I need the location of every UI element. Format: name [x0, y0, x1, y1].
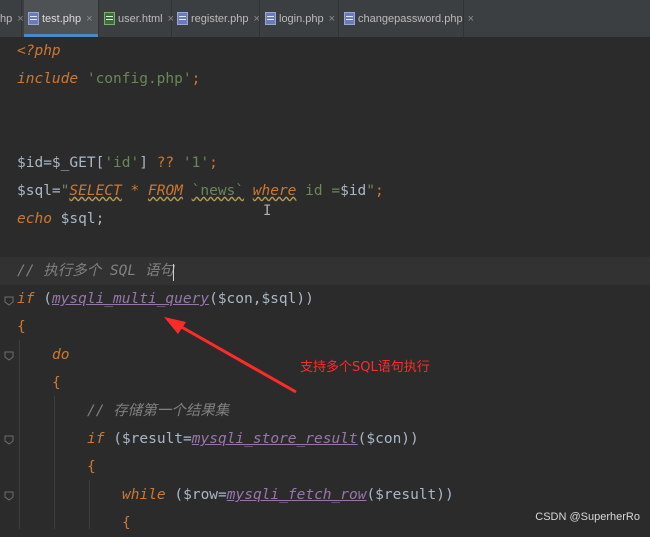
annotation-text: 支持多个SQL语句执行 [300, 360, 430, 375]
annotation-arrow [164, 317, 297, 394]
watermark: CSDN @SuperherRo [535, 511, 640, 523]
